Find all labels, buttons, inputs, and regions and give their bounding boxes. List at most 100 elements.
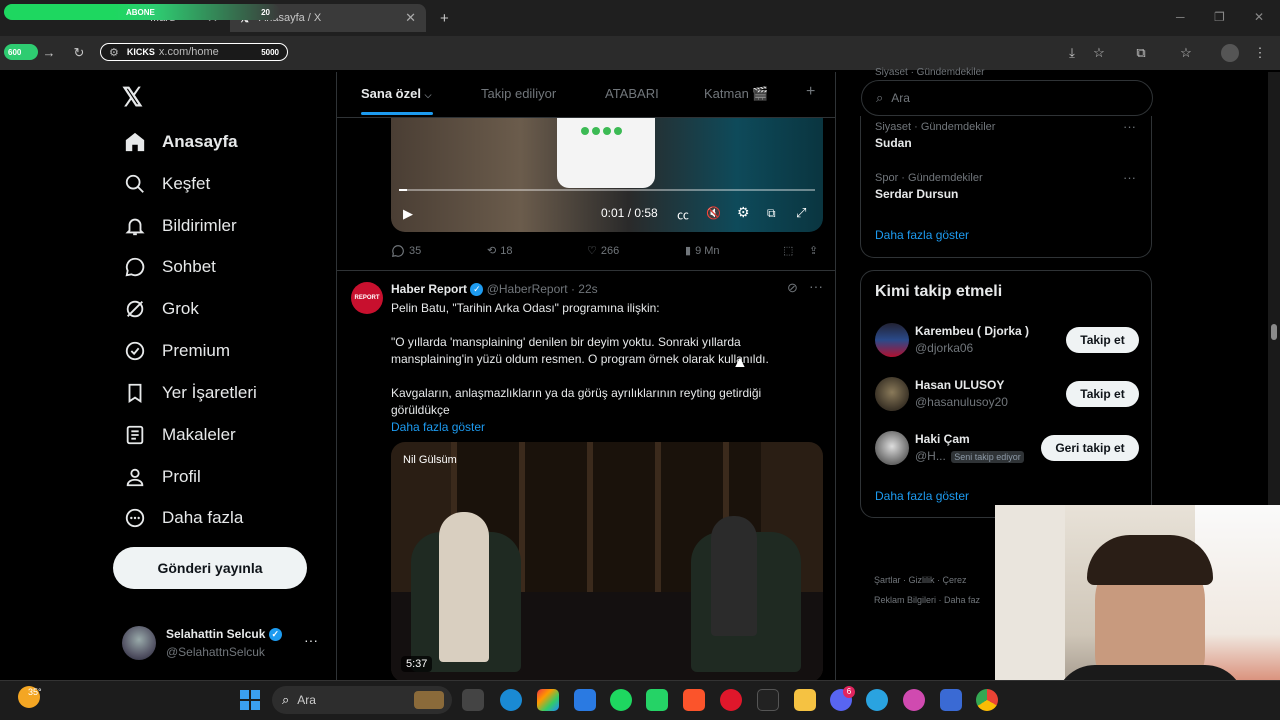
- install-app-icon[interactable]: ⤓: [1063, 44, 1081, 62]
- repost-button[interactable]: ⟲ 18: [487, 244, 512, 258]
- minimize-icon[interactable]: ─: [1176, 10, 1185, 24]
- footer-link[interactable]: Gizlilik: [909, 575, 935, 585]
- video-player[interactable]: ▶ 0:01 / 0:58 ㏄ 🔇 ⚙ ⧉ ⤢: [391, 118, 823, 232]
- avatar[interactable]: [875, 431, 909, 465]
- avatar[interactable]: [875, 323, 909, 357]
- trend-name: Sudan: [875, 136, 912, 150]
- nav-premium[interactable]: Premium: [122, 336, 230, 366]
- nav-chat[interactable]: Sohbet: [122, 252, 216, 282]
- new-tab-button[interactable]: +: [430, 4, 454, 32]
- star-icon[interactable]: ☆: [1090, 44, 1108, 62]
- follow-button[interactable]: Takip et: [1066, 381, 1139, 407]
- app-icon[interactable]: [574, 689, 596, 711]
- forward-icon[interactable]: →: [40, 44, 58, 62]
- menu-icon[interactable]: ⋮: [1251, 44, 1269, 62]
- show-more-link[interactable]: Daha fazla göster: [875, 228, 969, 242]
- captions-icon[interactable]: ㏄: [677, 206, 689, 223]
- copilot-icon[interactable]: [537, 689, 559, 711]
- spotify-icon[interactable]: [610, 689, 632, 711]
- post-time[interactable]: · 22s: [571, 282, 598, 296]
- popout-icon[interactable]: ⧉: [767, 206, 776, 221]
- avatar[interactable]: REPORT: [351, 282, 383, 314]
- nav-bookmarks[interactable]: Yer İşaretleri: [122, 378, 257, 408]
- nav-notifications[interactable]: Bildirimler: [122, 211, 237, 241]
- more-icon[interactable]: ···: [1123, 119, 1136, 134]
- add-tab-button[interactable]: +: [806, 83, 815, 101]
- more-icon[interactable]: ···: [1123, 170, 1136, 185]
- mouse-cursor-icon: ▲: [732, 354, 748, 371]
- kicks-label: KICKS: [126, 47, 155, 57]
- brave-icon[interactable]: [683, 689, 705, 711]
- nav-grok[interactable]: Grok: [122, 294, 199, 324]
- user-name[interactable]: Hasan ULUSOY: [915, 378, 1004, 392]
- window-close-icon[interactable]: ✕: [1254, 10, 1264, 24]
- trend-item[interactable]: Siyaset · Gündemdekiler Sudan: [875, 121, 995, 150]
- tab-following[interactable]: Takip ediliyor: [481, 86, 556, 101]
- profile-avatar[interactable]: [1221, 44, 1239, 62]
- footer-link[interactable]: Çerez: [943, 575, 967, 585]
- nav-label: Daha fazla: [162, 508, 244, 527]
- user-name[interactable]: Haki Çam: [915, 432, 970, 446]
- nav-explore[interactable]: Keşfet: [122, 169, 210, 199]
- footer-link[interactable]: Reklam Bilgileri: [874, 595, 936, 605]
- address-bar[interactable]: ⚙ KICKS x.com/home 5000: [100, 43, 288, 61]
- video-player[interactable]: Nil Gülsüm 5:37: [391, 442, 823, 680]
- video-progress-track[interactable]: [399, 189, 815, 191]
- x-logo-icon[interactable]: 𝕏: [122, 82, 143, 113]
- account-switcher[interactable]: Selahattin Selcuk ✓ @SelahattnSelcuk ···: [122, 626, 322, 666]
- like-button[interactable]: ♡ 266: [587, 244, 619, 258]
- edge-icon[interactable]: [500, 689, 522, 711]
- tab-atabari[interactable]: ATABARI: [605, 86, 659, 101]
- site-info-icon[interactable]: ⚙: [109, 46, 119, 59]
- show-more-link[interactable]: Daha fazla göster: [875, 489, 969, 503]
- follow-back-button[interactable]: Geri takip et: [1041, 435, 1139, 461]
- close-icon[interactable]: ✕: [405, 10, 416, 26]
- folder-icon[interactable]: [794, 689, 816, 711]
- whatsapp-icon[interactable]: [646, 689, 668, 711]
- play-icon[interactable]: ▶: [403, 206, 413, 222]
- nav-more[interactable]: Daha fazla: [122, 503, 243, 533]
- opera-icon[interactable]: [720, 689, 742, 711]
- more-icon[interactable]: ···: [809, 278, 823, 294]
- scrollbar-thumb[interactable]: [1271, 324, 1277, 340]
- maximize-icon[interactable]: ❐: [1214, 10, 1225, 24]
- bookmark-icon[interactable]: ⬚: [783, 244, 793, 257]
- windows-start-icon[interactable]: [240, 690, 260, 710]
- more-icon[interactable]: ···: [304, 632, 318, 648]
- opera-gx-icon[interactable]: [903, 689, 925, 711]
- footer-link[interactable]: Daha faz: [944, 595, 980, 605]
- user-name[interactable]: Karembeu ( Djorka ): [915, 324, 1029, 338]
- task-view-icon[interactable]: [462, 689, 484, 711]
- follow-button[interactable]: Takip et: [1066, 327, 1139, 353]
- views-button[interactable]: ▮ 9 Mn: [685, 244, 720, 258]
- fullscreen-icon[interactable]: ⤢: [796, 205, 806, 221]
- bookmarks-icon[interactable]: ☆: [1177, 44, 1195, 62]
- tab-for-you[interactable]: Sana özel ⌵: [361, 86, 431, 101]
- post-button[interactable]: Gönderi yayınla: [113, 547, 307, 589]
- mute-icon[interactable]: 🔇: [706, 206, 721, 220]
- chrome-icon[interactable]: [976, 689, 998, 711]
- avatar[interactable]: [875, 377, 909, 411]
- reload-icon[interactable]: ↻: [70, 44, 88, 62]
- taskbar-search[interactable]: ⌕ Ara: [272, 686, 452, 714]
- settings-icon[interactable]: ⚙: [737, 204, 750, 221]
- post-handle[interactable]: @HaberReport: [487, 282, 568, 296]
- footer-link[interactable]: Şartlar: [874, 575, 901, 585]
- app-icon[interactable]: [940, 689, 962, 711]
- trend-item[interactable]: Spor · Gündemdekiler Serdar Dursun: [875, 172, 983, 201]
- post-author[interactable]: Haber Report: [391, 282, 467, 296]
- app-icon[interactable]: [757, 689, 779, 711]
- share-icon[interactable]: ⇪: [809, 244, 818, 257]
- nav-profile[interactable]: Profil: [122, 462, 201, 492]
- grok-icon[interactable]: ⊘: [787, 280, 798, 296]
- search-input[interactable]: ⌕ Ara: [861, 80, 1153, 116]
- nav-home[interactable]: Anasayfa: [122, 127, 238, 157]
- show-more-link[interactable]: Daha fazla göster: [391, 419, 821, 436]
- tab-katman[interactable]: Katman 🎬: [704, 86, 769, 102]
- extensions-icon[interactable]: ⧉: [1132, 44, 1150, 62]
- user-handle: @djorka06: [915, 341, 974, 355]
- nav-articles[interactable]: Makaleler: [122, 420, 236, 450]
- reply-button[interactable]: 35: [391, 244, 421, 258]
- telegram-icon[interactable]: [866, 689, 888, 711]
- user-handle: @H...: [915, 449, 946, 463]
